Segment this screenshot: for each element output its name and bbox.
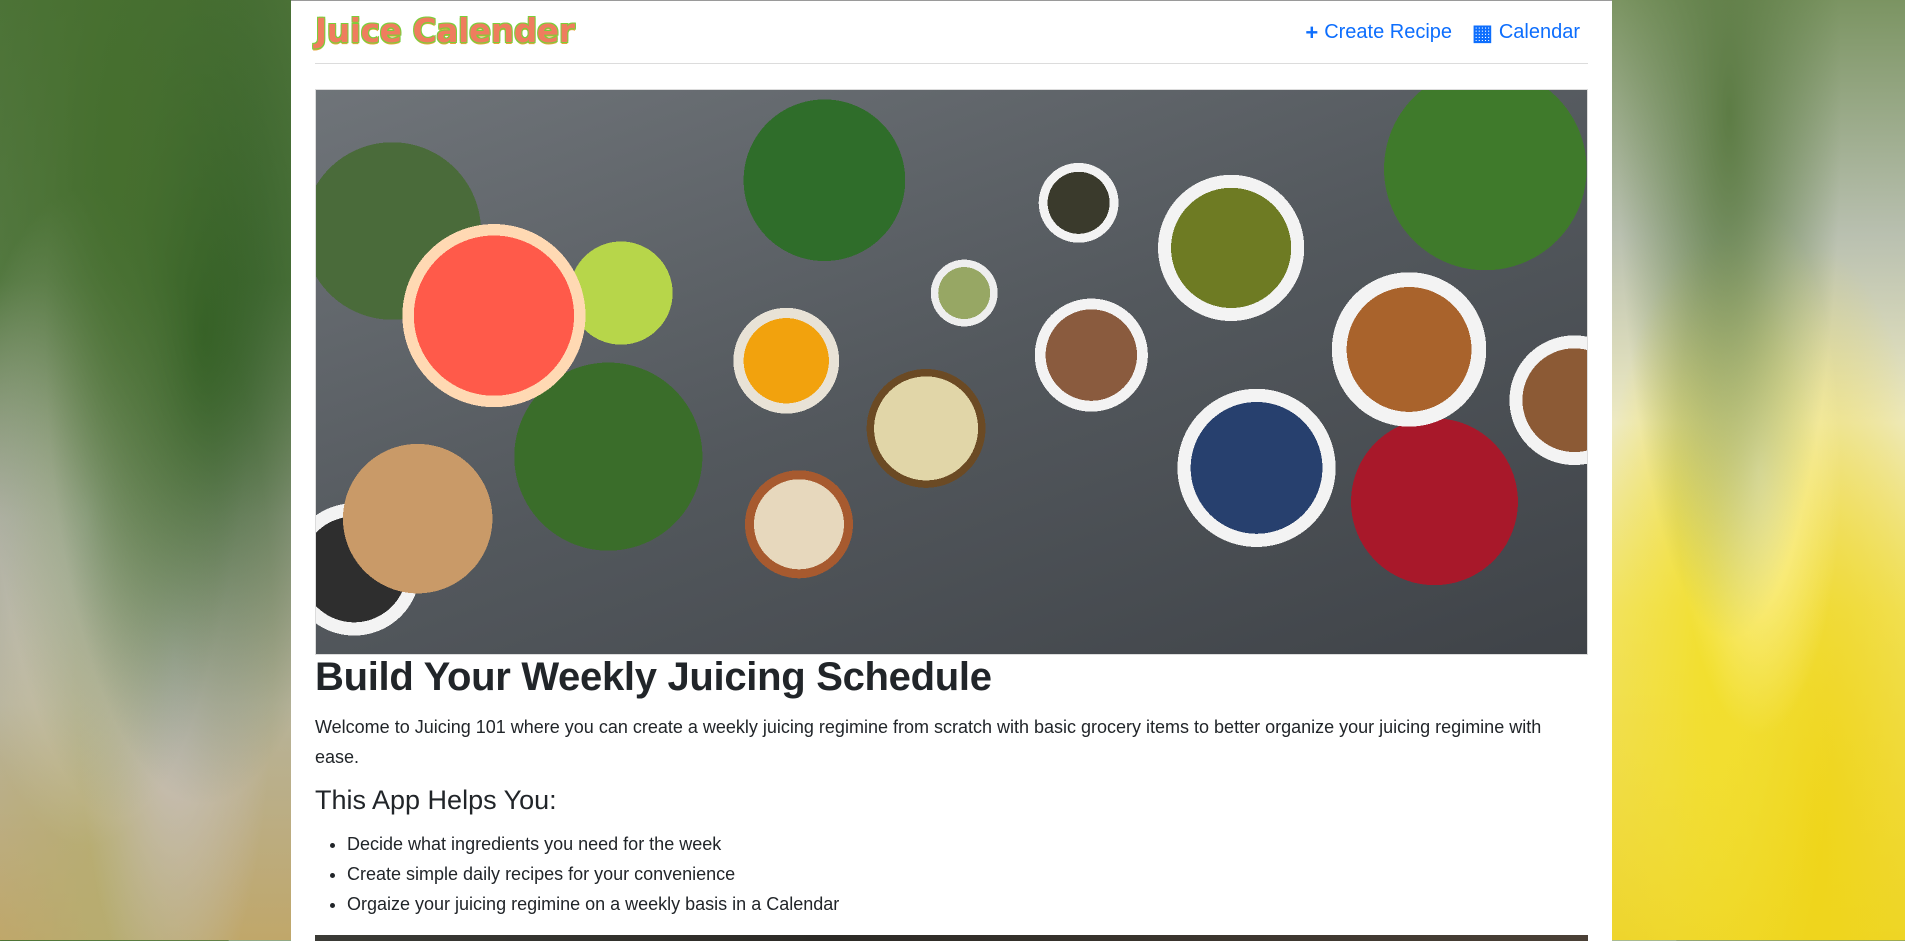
- brand-logo[interactable]: Juice Calender: [315, 11, 575, 50]
- features-list: Decide what ingredients you need for the…: [315, 829, 839, 919]
- calendar-label: Calendar: [1498, 21, 1580, 43]
- next-image-edge: [315, 935, 1588, 941]
- calendar-link[interactable]: ▦ Calendar: [1472, 21, 1580, 44]
- list-item: Decide what ingredients you need for the…: [347, 829, 839, 859]
- list-item: Orgaize your juicing regimine on a weekl…: [347, 889, 839, 919]
- create-recipe-label: Create Recipe: [1324, 21, 1453, 43]
- create-recipe-link[interactable]: + Create Recipe: [1305, 21, 1452, 44]
- main-container: Juice Calender + Create Recipe ▦ Calenda…: [291, 0, 1612, 941]
- hero-image: [315, 89, 1588, 655]
- background-left-blurred-garden: [0, 0, 291, 940]
- navbar: Juice Calender + Create Recipe ▦ Calenda…: [315, 1, 1588, 64]
- features-heading: This App Helps You:: [315, 785, 557, 815]
- page-title: Build Your Weekly Juicing Schedule: [315, 655, 992, 699]
- background-right-lemon-water: [1612, 0, 1905, 940]
- list-item: Create simple daily recipes for your con…: [347, 859, 839, 889]
- calendar-icon: ▦: [1472, 19, 1493, 45]
- intro-paragraph: Welcome to Juicing 101 where you can cre…: [315, 717, 1542, 767]
- plus-icon: +: [1305, 19, 1319, 45]
- nav-links: + Create Recipe ▦ Calendar: [1305, 21, 1580, 44]
